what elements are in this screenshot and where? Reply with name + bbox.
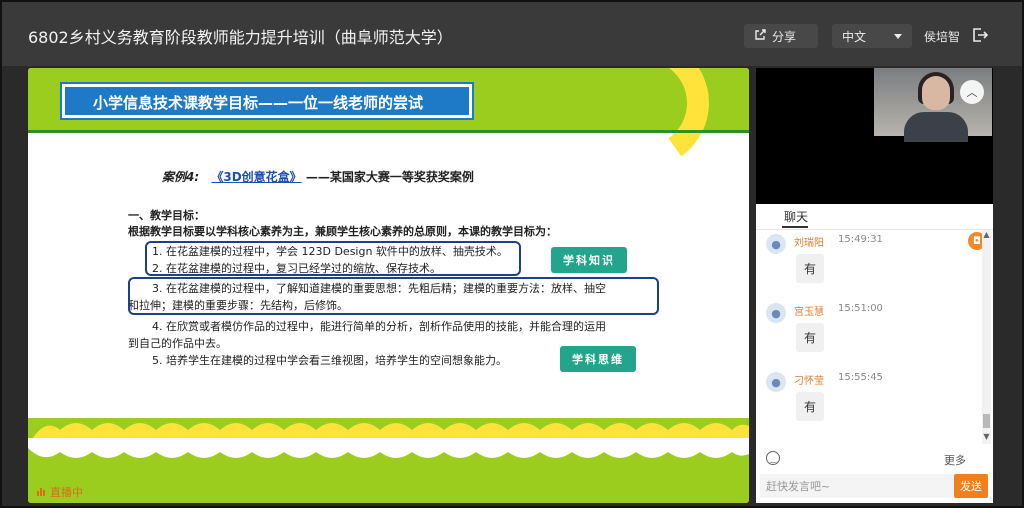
user-name: 侯培智	[924, 29, 961, 44]
slide-title-box: 小学信息技术课教学目标——一位一线老师的尝试	[60, 82, 474, 120]
case-line: 案例4: 《3D创意花盒》 ——某国家大赛一等奖获奖案例	[162, 168, 474, 185]
message-text: 有	[796, 323, 825, 352]
app-window: 6802乡村义务教育阶段教师能力提升培训（曲阜师范大学） 分享 中文 侯培智 小…	[0, 0, 1024, 508]
message-sender: 宫玉慧	[794, 307, 824, 318]
callout-knowledge: 学科知识	[551, 247, 627, 273]
message-text: 有	[796, 392, 825, 421]
highlight-box-thinking	[128, 277, 659, 315]
tab-underline	[782, 226, 808, 228]
goal-item: 到自己的作品中去。	[128, 337, 227, 350]
share-icon	[754, 28, 766, 44]
share-button[interactable]: 分享	[744, 24, 818, 48]
decorative-arc	[568, 68, 720, 179]
logout-button[interactable]	[964, 24, 996, 48]
chat-message-list: ● 刘瑞阳 15:49:31 有 ● 宫玉慧 15:51:00 有 ● 刁怀莹 …	[756, 230, 982, 444]
send-button[interactable]: 发送	[954, 474, 988, 498]
tab-chat[interactable]: 聊天	[784, 208, 808, 225]
collapse-icon[interactable]: ︿	[960, 80, 984, 104]
language-label: 中文	[842, 29, 867, 44]
chat-scrollbar[interactable]: ▲ ▼	[982, 230, 991, 444]
slide-title: 小学信息技术课教学目标——一位一线老师的尝试	[93, 94, 424, 112]
scroll-thumb[interactable]	[983, 414, 990, 428]
message-time: 15:55:45	[838, 372, 883, 383]
avatar-icon: ●	[766, 372, 786, 392]
message-sender: 刘瑞阳	[794, 238, 824, 249]
message-text: 有	[796, 254, 825, 283]
goal-item: 4. 在欣赏或者模仿作品的过程中，能进行简单的分析，剖析作品使用的技能，并能合理…	[152, 320, 606, 333]
logout-icon	[972, 27, 989, 46]
chat-message: ● 宫玉慧 15:51:00 有	[766, 303, 976, 363]
emoji-icon[interactable]: ‿	[766, 451, 780, 465]
live-label: 直播中	[50, 486, 83, 499]
case-link: 《3D创意花盒》	[211, 170, 302, 184]
chat-input[interactable]	[760, 474, 954, 498]
section-heading: 一、教学目标：	[128, 209, 205, 222]
decorative-wave-white	[28, 438, 749, 458]
video-person-body	[904, 112, 968, 142]
message-sender: 刁怀莹	[794, 376, 824, 387]
case-label: 案例4:	[162, 170, 200, 184]
goals-intro: 根据教学目标要以学科核心素养为主，兼顾学生核心素养的总原则，本课的教学目标为：	[128, 225, 557, 238]
scroll-down-icon[interactable]: ▼	[982, 432, 991, 442]
slide-divider	[28, 130, 749, 133]
live-icon	[36, 486, 46, 499]
page-title: 6802乡村义务教育阶段教师能力提升培训（曲阜师范大学）	[28, 28, 453, 47]
chevron-down-icon	[894, 29, 902, 43]
slide-header-band: 小学信息技术课教学目标——一位一线老师的尝试	[28, 68, 749, 179]
highlight-box-knowledge	[145, 241, 521, 276]
teacher-video: ︿	[756, 68, 993, 204]
video-person-face	[922, 76, 950, 110]
chat-toolbar: ‿ 更多	[756, 448, 993, 472]
case-rest: ——某国家大赛一等奖获奖案例	[305, 170, 474, 184]
chat-message: ● 刁怀莹 15:55:45 有	[766, 372, 976, 432]
chat-message: ● 刘瑞阳 15:49:31 有	[766, 234, 976, 294]
chat-tab-bar: 聊天	[756, 204, 993, 230]
goal-item: 5. 培养学生在建模的过程中学会看三维视图，培养学生的空间想象能力。	[152, 354, 507, 367]
message-time: 15:49:31	[838, 234, 883, 245]
top-bar: 6802乡村义务教育阶段教师能力提升培训（曲阜师范大学） 分享 中文 侯培智	[2, 2, 1022, 66]
callout-thinking: 学科思维	[560, 346, 636, 372]
message-time: 15:51:00	[838, 303, 883, 314]
live-status: 直播中	[36, 484, 83, 500]
chat-panel: 聊天 ● 刘瑞阳 15:49:31 有 ● 宫玉慧 15:51:00 有 ● 刁…	[756, 204, 993, 503]
slide-stage: 小学信息技术课教学目标——一位一线老师的尝试 案例4: 《3D创意花盒》 ——某…	[28, 68, 749, 503]
avatar-icon: ●	[766, 234, 786, 254]
share-label: 分享	[772, 29, 797, 44]
avatar-icon: ●	[766, 303, 786, 323]
more-button[interactable]: 更多	[944, 452, 966, 468]
language-select[interactable]: 中文	[832, 24, 912, 48]
scroll-up-icon[interactable]: ▲	[982, 230, 991, 240]
